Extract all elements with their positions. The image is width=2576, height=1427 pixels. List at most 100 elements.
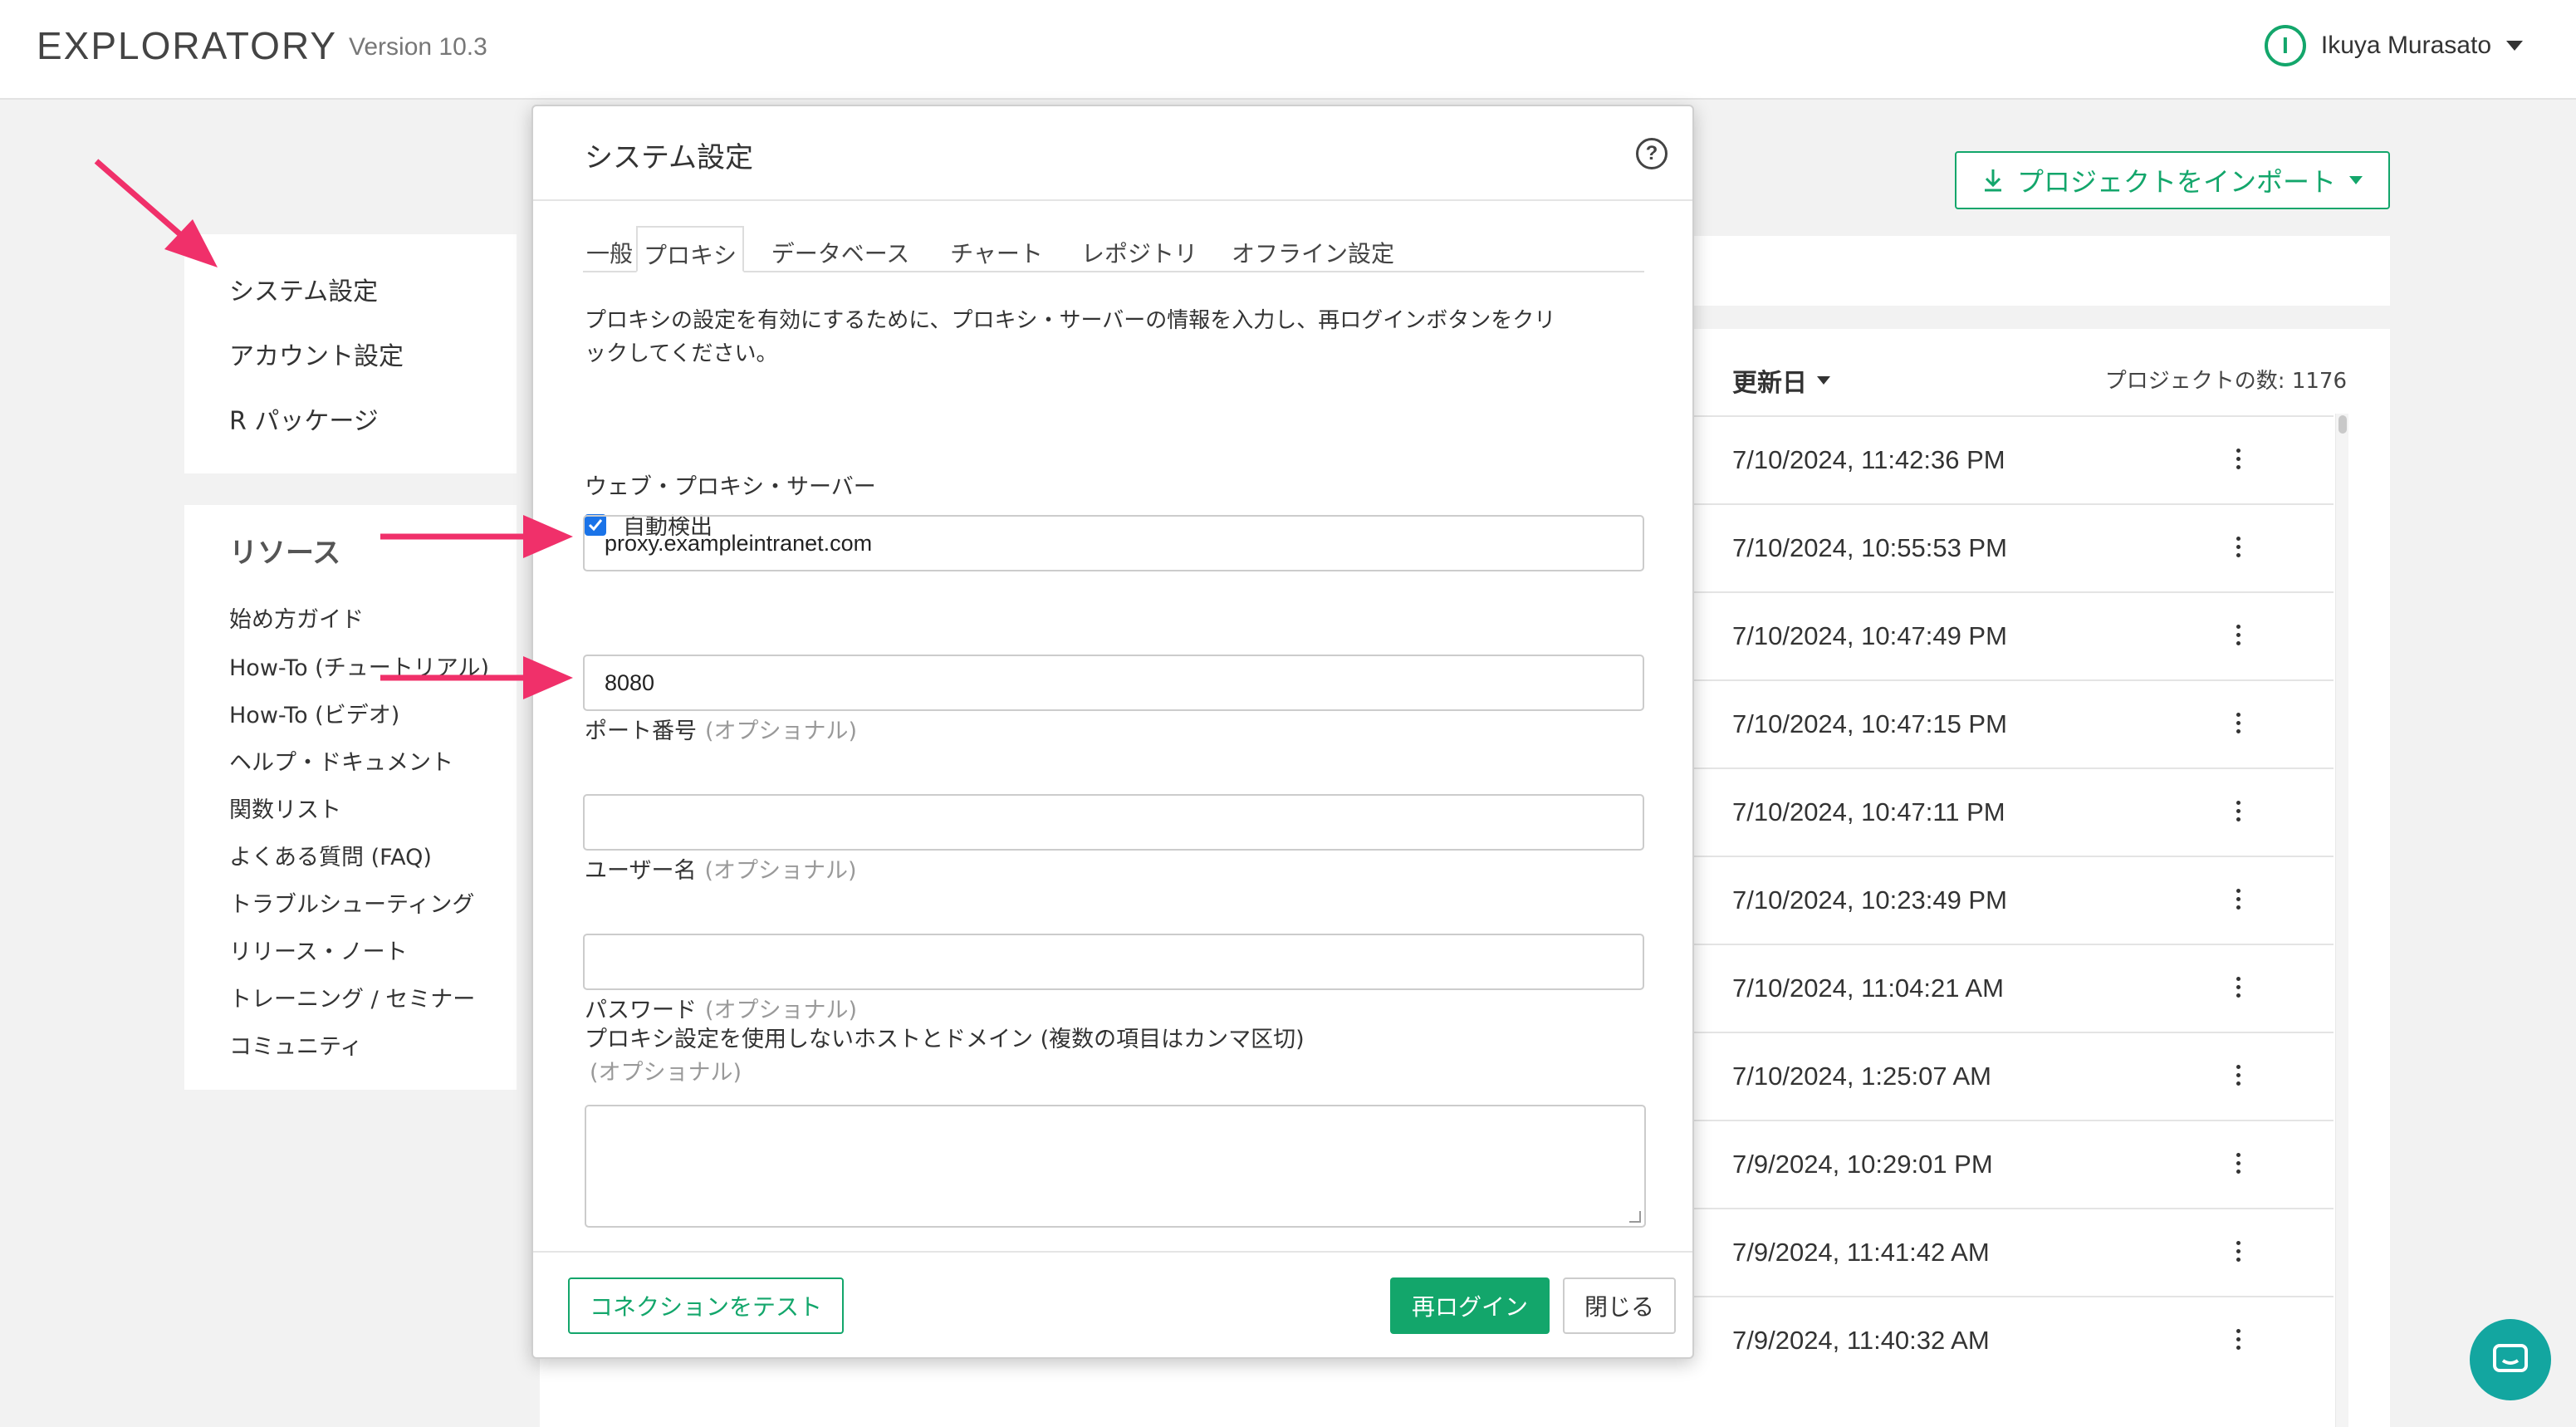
resize-handle-icon[interactable] — [1629, 1211, 1641, 1223]
resource-link[interactable]: よくある質問 (FAQ) — [229, 839, 432, 871]
optional-tag: (オプショナル) — [705, 998, 858, 1023]
table-row[interactable]: 7/10/2024, 10:23:49 PM — [1686, 856, 2334, 944]
resource-link[interactable]: How-To (チュートリアル) — [229, 650, 489, 682]
resource-link[interactable]: コミュニティ — [229, 1028, 362, 1061]
optional-tag: (オプショナル) — [705, 718, 858, 744]
proxy-instructions: プロキシの設定を有効にするために、プロキシ・サーバーの情報を入力し、再ログインボ… — [585, 304, 1656, 370]
import-project-label: プロジェクトをインポート — [2016, 166, 2336, 198]
chevron-down-icon — [1817, 376, 1830, 385]
tab-database[interactable]: データベース — [759, 226, 922, 272]
optional-tag: (オプショナル) — [590, 1060, 742, 1086]
sidebar-item-r-packages[interactable]: R パッケージ — [229, 400, 379, 437]
resource-link[interactable]: トレーニング / セミナー — [229, 981, 475, 1013]
user-avatar: I — [2264, 25, 2306, 66]
table-row[interactable]: 7/10/2024, 1:25:07 AM — [1686, 1032, 2334, 1120]
app-version: Version 10.3 — [349, 33, 487, 61]
table-row[interactable]: 7/9/2024, 11:41:42 AM — [1686, 1208, 2334, 1296]
project-count: プロジェクトの数: 1176 — [2104, 369, 2347, 394]
dialog-footer: コネクションをテスト 再ログイン 閉じる — [533, 1251, 1692, 1359]
resource-link[interactable]: 始め方ガイド — [229, 601, 364, 634]
app-logo[interactable]: EXPLORATORY — [37, 23, 337, 68]
password-field[interactable] — [583, 934, 1644, 990]
sidebar-item-account-settings[interactable]: アカウント設定 — [229, 336, 404, 372]
row-updated-date: 7/10/2024, 10:47:11 PM — [1732, 797, 2005, 826]
row-updated-date: 7/10/2024, 10:47:15 PM — [1732, 709, 2007, 738]
table-row[interactable]: 7/10/2024, 10:47:15 PM — [1686, 679, 2334, 767]
bypass-hosts-textarea[interactable] — [585, 1105, 1646, 1228]
system-settings-dialog: システム設定 ? 一般 プロキシ データベース チャート レポジトリ オフライン… — [531, 105, 1694, 1359]
resources-sidebar: リソース 始め方ガイド How-To (チュートリアル) How-To (ビデオ… — [184, 505, 517, 1090]
kebab-menu-icon[interactable] — [2234, 449, 2242, 473]
table-row[interactable]: 7/10/2024, 10:47:11 PM — [1686, 767, 2334, 856]
table-row[interactable]: 7/10/2024, 10:47:49 PM — [1686, 591, 2334, 679]
table-row[interactable]: 7/9/2024, 10:29:01 PM — [1686, 1120, 2334, 1208]
test-connection-button[interactable]: コネクションをテスト — [568, 1277, 844, 1334]
resource-link[interactable]: 関数リスト — [229, 792, 341, 824]
scrollbar-thumb[interactable] — [2338, 415, 2347, 434]
instructions-line: ックしてください。 — [585, 341, 778, 366]
project-list-scrollbar[interactable] — [2335, 414, 2348, 1427]
table-row[interactable]: 7/10/2024, 11:42:36 PM — [1686, 415, 2334, 503]
kebab-menu-icon[interactable] — [2234, 1329, 2242, 1354]
kebab-menu-icon[interactable] — [2234, 889, 2242, 914]
password-label: パスワード (オプショナル) — [585, 992, 857, 1024]
kebab-menu-icon[interactable] — [2234, 1241, 2242, 1266]
port-label-text: ポート番号 — [585, 718, 697, 744]
table-row[interactable]: 7/10/2024, 10:55:53 PM — [1686, 503, 2334, 591]
resource-link[interactable]: How-To (ビデオ) — [229, 697, 399, 729]
dialog-title: システム設定 — [585, 141, 753, 174]
tab-repository[interactable]: レポジトリ — [1071, 226, 1207, 272]
chat-icon — [2493, 1344, 2528, 1372]
row-updated-date: 7/9/2024, 10:29:01 PM — [1732, 1150, 1993, 1179]
row-updated-date: 7/10/2024, 10:23:49 PM — [1732, 885, 2007, 915]
username-field[interactable] — [583, 794, 1644, 851]
help-icon[interactable]: ? — [1636, 138, 1668, 169]
bypass-hosts-label: プロキシ設定を使用しないホストとドメイン (複数の項目はカンマ区切) (オプショ… — [585, 1023, 1305, 1090]
project-filter-bar — [1686, 236, 2390, 306]
tab-chart[interactable]: チャート — [938, 226, 1055, 272]
resource-link[interactable]: リリース・ノート — [229, 934, 408, 966]
relogin-button[interactable]: 再ログイン — [1390, 1277, 1550, 1334]
row-updated-date: 7/10/2024, 10:55:53 PM — [1732, 533, 2007, 562]
tab-general[interactable]: 一般 — [583, 226, 636, 272]
resource-link[interactable]: ヘルプ・ドキュメント — [229, 744, 453, 777]
kebab-menu-icon[interactable] — [2234, 801, 2242, 826]
chevron-down-icon — [2349, 176, 2363, 184]
kebab-menu-icon[interactable] — [2234, 537, 2242, 561]
kebab-menu-icon[interactable] — [2234, 977, 2242, 1002]
tab-offline-settings[interactable]: オフライン設定 — [1226, 226, 1400, 272]
optional-tag: (オプショナル) — [704, 858, 857, 884]
table-row[interactable]: 7/10/2024, 11:04:21 AM — [1686, 944, 2334, 1032]
kebab-menu-icon[interactable] — [2234, 1065, 2242, 1090]
row-updated-date: 7/10/2024, 11:42:36 PM — [1732, 445, 2005, 474]
proxy-server-label: ウェブ・プロキシ・サーバー — [585, 474, 876, 500]
resources-title: リソース — [229, 537, 341, 570]
kebab-menu-icon[interactable] — [2234, 1153, 2242, 1178]
proxy-server-value: proxy.exampleintranet.com — [605, 530, 873, 556]
username-label-text: ユーザー名 — [585, 858, 697, 884]
resource-link[interactable]: トラブルシューティング — [229, 886, 474, 919]
sidebar-item-system-settings[interactable]: システム設定 — [229, 271, 378, 307]
chevron-down-icon — [2506, 41, 2523, 51]
import-project-button[interactable]: プロジェクトをインポート — [1955, 151, 2390, 209]
user-menu[interactable]: I Ikuya Murasato — [2264, 25, 2523, 66]
sort-by-updated-button[interactable]: 更新日 — [1732, 362, 1830, 399]
proxy-server-field[interactable]: proxy.exampleintranet.com — [583, 515, 1644, 571]
tab-proxy[interactable]: プロキシ — [636, 226, 744, 272]
port-label: ポート番号 (オプショナル) — [585, 713, 857, 745]
kebab-menu-icon[interactable] — [2234, 713, 2242, 738]
row-updated-date: 7/9/2024, 11:40:32 AM — [1732, 1326, 1990, 1355]
settings-tabs: 一般 プロキシ データベース チャート レポジトリ オフライン設定 — [583, 226, 1644, 272]
top-bar: EXPLORATORY Version 10.3 I Ikuya Murasat… — [0, 0, 2576, 100]
port-field[interactable]: 8080 — [583, 655, 1644, 711]
row-updated-date: 7/10/2024, 1:25:07 AM — [1732, 1062, 1991, 1091]
kebab-menu-icon[interactable] — [2234, 625, 2242, 650]
row-updated-date: 7/10/2024, 10:47:49 PM — [1732, 621, 2007, 650]
username-label: ユーザー名 (オプショナル) — [585, 852, 857, 885]
row-updated-date: 7/9/2024, 11:41:42 AM — [1732, 1238, 1990, 1267]
user-name: Ikuya Murasato — [2320, 32, 2491, 59]
close-button[interactable]: 閉じる — [1563, 1277, 1676, 1334]
instructions-line: プロキシの設定を有効にするために、プロキシ・サーバーの情報を入力し、再ログインボ… — [585, 308, 1556, 333]
chat-support-button[interactable] — [2470, 1319, 2551, 1400]
table-row[interactable]: 7/9/2024, 11:40:32 AM — [1686, 1296, 2334, 1384]
